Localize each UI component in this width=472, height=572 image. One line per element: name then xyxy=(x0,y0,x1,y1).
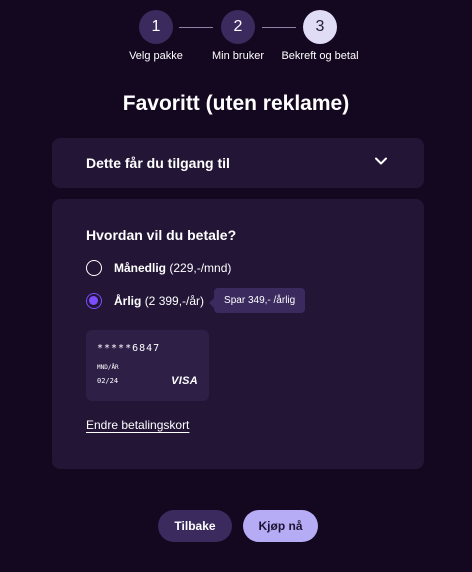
step-connector xyxy=(179,27,213,28)
option-yearly[interactable]: Årlig (2 399,-/år) Spar 349,- /årlig xyxy=(86,288,306,313)
change-card-link[interactable]: Endre betalingskort xyxy=(86,418,189,432)
card-number: *****6847 xyxy=(97,343,161,354)
option-monthly-name: Månedlig xyxy=(114,261,167,275)
option-monthly[interactable]: Månedlig (229,-/mnd) xyxy=(86,260,231,276)
progress-stepper: 1 Velg pakke 2 Min bruker 3 Bekreft og b… xyxy=(0,0,472,70)
radio-monthly[interactable] xyxy=(86,260,102,276)
visa-logo: VISA xyxy=(171,375,198,387)
option-monthly-text: Månedlig (229,-/mnd) xyxy=(114,261,231,275)
payment-heading: Hvordan vil du betale? xyxy=(86,227,237,243)
card-expiry-label: MND/ÅR xyxy=(97,364,119,371)
step-3-circle: 3 xyxy=(303,10,337,44)
card-expiry: 02/24 xyxy=(97,377,119,385)
payment-card: *****6847 MND/ÅR 02/24 VISA xyxy=(86,330,209,401)
step-2-circle[interactable]: 2 xyxy=(221,10,255,44)
step-3-label: Bekreft og betal xyxy=(281,50,359,62)
radio-yearly[interactable] xyxy=(86,292,102,309)
payment-panel: Hvordan vil du betale? Månedlig (229,-/m… xyxy=(52,199,424,469)
step-1-circle[interactable]: 1 xyxy=(139,10,173,44)
back-button[interactable]: Tilbake xyxy=(158,510,232,542)
option-yearly-name: Årlig xyxy=(114,293,142,308)
savings-badge: Spar 349,- /årlig xyxy=(209,288,306,313)
option-yearly-price: (2 399,-/år) xyxy=(144,293,205,308)
step-1-number: 1 xyxy=(151,18,161,35)
step-2-number: 2 xyxy=(233,18,243,35)
accordion-label: Dette får du tilgang til xyxy=(86,155,230,171)
step-connector xyxy=(262,27,296,28)
benefits-accordion[interactable]: Dette får du tilgang til xyxy=(52,138,424,188)
option-yearly-text: Årlig (2 399,-/år) xyxy=(114,294,204,308)
option-monthly-price: (229,-/mnd) xyxy=(169,261,232,275)
step-3-number: 3 xyxy=(315,18,325,35)
chevron-down-icon xyxy=(375,157,387,165)
page-title: Favoritt (uten reklame) xyxy=(122,92,350,115)
buy-now-button[interactable]: Kjøp nå xyxy=(243,510,318,542)
